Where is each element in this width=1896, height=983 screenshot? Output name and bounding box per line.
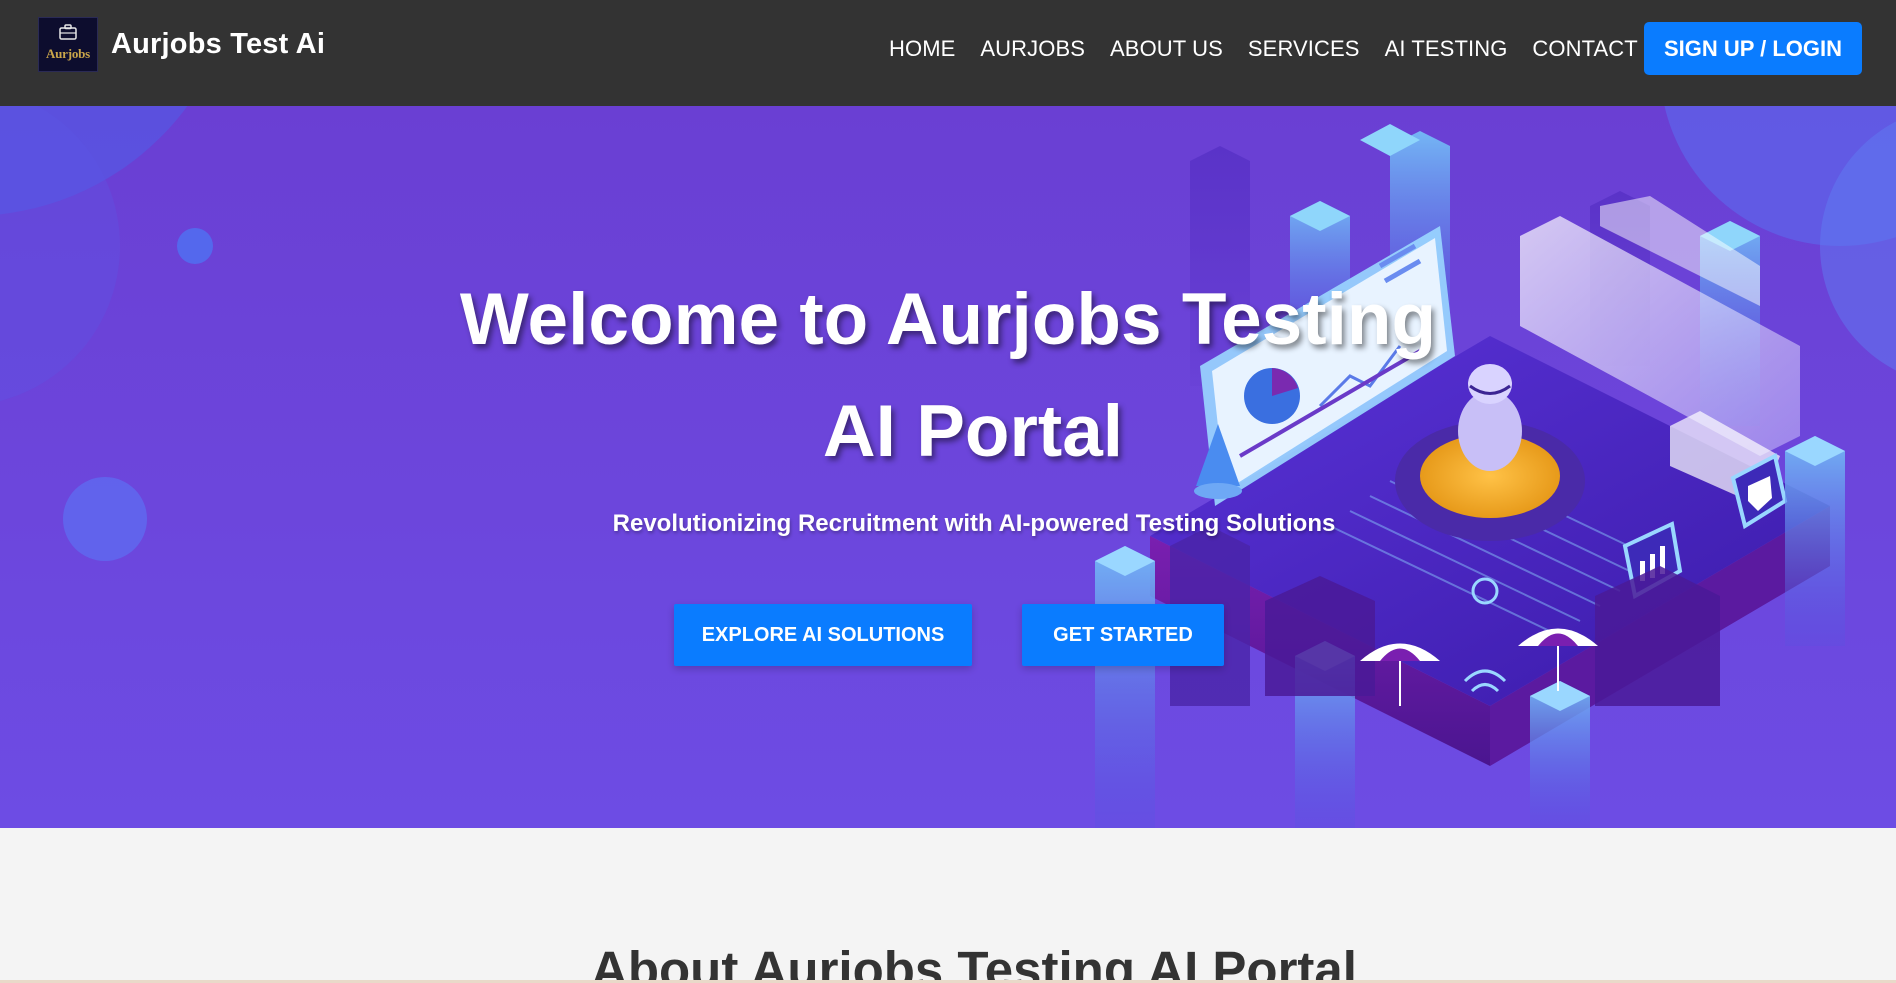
- hero-section: Welcome to Aurjobs Testing AI Portal Rev…: [0, 106, 1896, 828]
- hero-title: Welcome to Aurjobs Testing AI Portal: [0, 264, 1896, 488]
- brand-logo[interactable]: Aurjobs: [38, 17, 98, 72]
- explore-ai-solutions-button[interactable]: EXPLORE AI SOLUTIONS: [674, 604, 972, 666]
- nav-link-home[interactable]: HOME: [889, 36, 955, 62]
- nav-link-ai-testing[interactable]: AI TESTING: [1385, 36, 1508, 62]
- signup-login-button[interactable]: SIGN UP / LOGIN: [1644, 22, 1862, 75]
- briefcase-icon: [59, 24, 77, 40]
- brand[interactable]: Aurjobs Aurjobs Test Ai: [38, 17, 325, 72]
- nav-link-about-us[interactable]: ABOUT US: [1110, 36, 1223, 62]
- logo-text: Aurjobs: [45, 46, 91, 61]
- hero-title-line1: Welcome to Aurjobs Testing: [459, 279, 1437, 360]
- get-started-button[interactable]: GET STARTED: [1022, 604, 1224, 666]
- navbar: Aurjobs Aurjobs Test Ai HOME AURJOBS ABO…: [0, 0, 1896, 106]
- nav-link-aurjobs[interactable]: AURJOBS: [980, 36, 1085, 62]
- nav-link-services[interactable]: SERVICES: [1248, 36, 1360, 62]
- about-section: About Aurjobs Testing AI Portal: [0, 828, 1896, 983]
- about-heading: About Aurjobs Testing AI Portal: [591, 941, 1357, 983]
- brand-name[interactable]: Aurjobs Test Ai: [111, 28, 325, 61]
- hero-subtitle: Revolutionizing Recruitment with AI-powe…: [612, 510, 1336, 537]
- hero-title-line2: AI Portal: [822, 391, 1124, 472]
- main-nav: HOME AURJOBS ABOUT US SERVICES AI TESTIN…: [889, 36, 1699, 62]
